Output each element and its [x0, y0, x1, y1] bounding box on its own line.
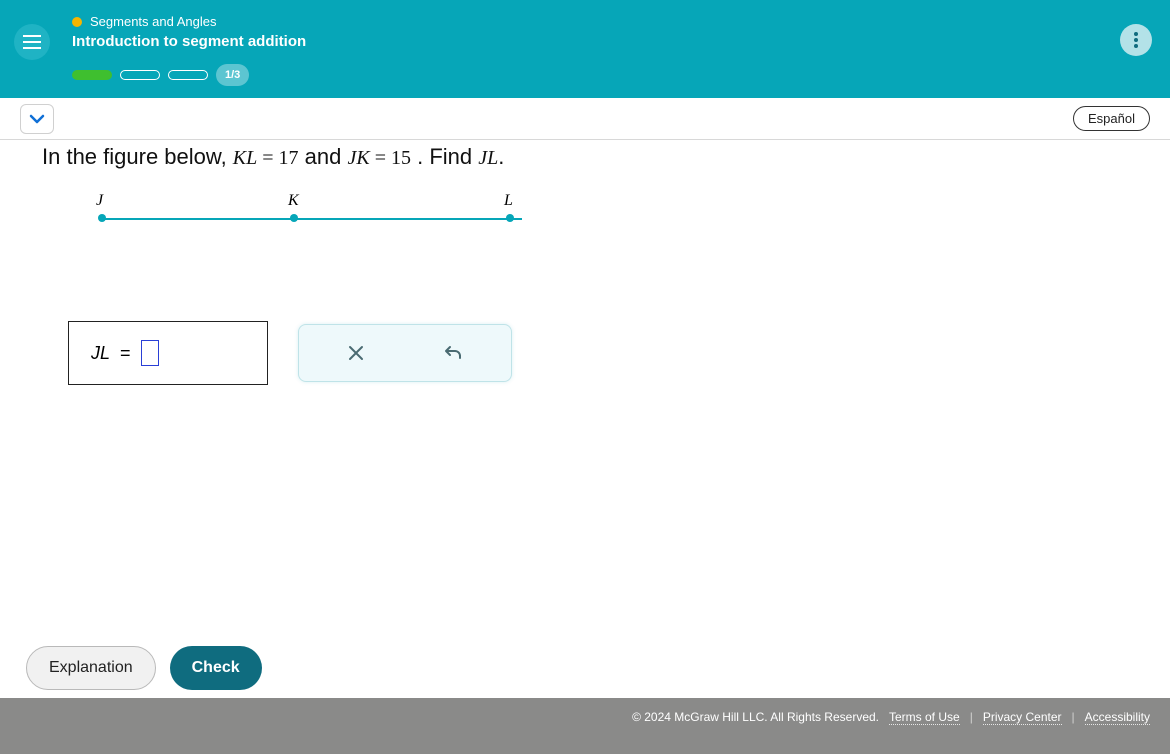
accessibility-link[interactable]: Accessibility — [1085, 710, 1150, 725]
math-var: JK — [348, 147, 370, 169]
check-button[interactable]: Check — [170, 646, 262, 690]
menu-button[interactable] — [14, 24, 50, 60]
copyright-text: © 2024 McGraw Hill LLC. All Rights Reser… — [632, 710, 879, 724]
privacy-link[interactable]: Privacy Center — [983, 710, 1062, 725]
undo-icon — [444, 343, 464, 363]
point-label: K — [288, 192, 299, 210]
terms-link[interactable]: Terms of Use — [889, 710, 960, 725]
topic-row: Segments and Angles — [72, 14, 1170, 29]
point-label: J — [96, 192, 103, 210]
math-op: = — [257, 147, 278, 169]
undo-button[interactable] — [405, 333, 503, 373]
question-area: In the figure below, KL = 17 and JK = 15… — [0, 140, 1170, 698]
explanation-button[interactable]: Explanation — [26, 646, 156, 690]
more-options-button[interactable] — [1120, 24, 1152, 56]
lesson-title: Introduction to segment addition — [72, 33, 1170, 50]
question-prompt: In the figure below, KL = 17 and JK = 15… — [42, 144, 1128, 170]
sub-header: Español — [0, 98, 1170, 140]
segment-figure: J K L — [92, 196, 532, 236]
answer-input[interactable] — [141, 340, 159, 366]
math-var: JL — [478, 147, 498, 169]
action-buttons: Explanation Check — [26, 646, 262, 690]
prompt-text: In the figure below, — [42, 144, 233, 169]
collapse-button[interactable] — [20, 104, 54, 134]
separator: | — [970, 710, 973, 724]
answer-eq: = — [120, 343, 131, 364]
separator: | — [1072, 710, 1075, 724]
topic-label: Segments and Angles — [90, 14, 216, 29]
kebab-icon — [1134, 32, 1138, 48]
progress-count: 1/3 — [216, 64, 249, 86]
progress-bar: 1/3 — [72, 64, 1170, 86]
math-var: KL — [233, 147, 257, 169]
hamburger-icon — [23, 35, 41, 49]
answer-var: JL — [91, 343, 110, 364]
answer-box: JL = — [68, 321, 268, 385]
math-num: 17 — [279, 147, 299, 169]
prompt-text: and — [305, 144, 348, 169]
app-header: Segments and Angles Introduction to segm… — [0, 0, 1170, 98]
prompt-text: . — [498, 144, 504, 169]
x-icon — [347, 344, 365, 362]
language-toggle[interactable]: Español — [1073, 106, 1150, 131]
progress-segment — [120, 70, 160, 80]
toolbar — [298, 324, 512, 382]
answer-row: JL = — [68, 321, 1128, 385]
point-l — [506, 214, 514, 222]
clear-button[interactable] — [307, 333, 405, 373]
point-label: L — [504, 192, 513, 210]
topic-bullet-icon — [72, 17, 82, 27]
progress-segment — [168, 70, 208, 80]
point-k — [290, 214, 298, 222]
math-op: = — [370, 147, 391, 169]
point-j — [98, 214, 106, 222]
prompt-text: . Find — [417, 144, 478, 169]
progress-segment — [72, 70, 112, 80]
segment-line — [102, 218, 522, 220]
footer: © 2024 McGraw Hill LLC. All Rights Reser… — [0, 698, 1170, 754]
chevron-down-icon — [29, 114, 45, 124]
math-num: 15 — [391, 147, 411, 169]
